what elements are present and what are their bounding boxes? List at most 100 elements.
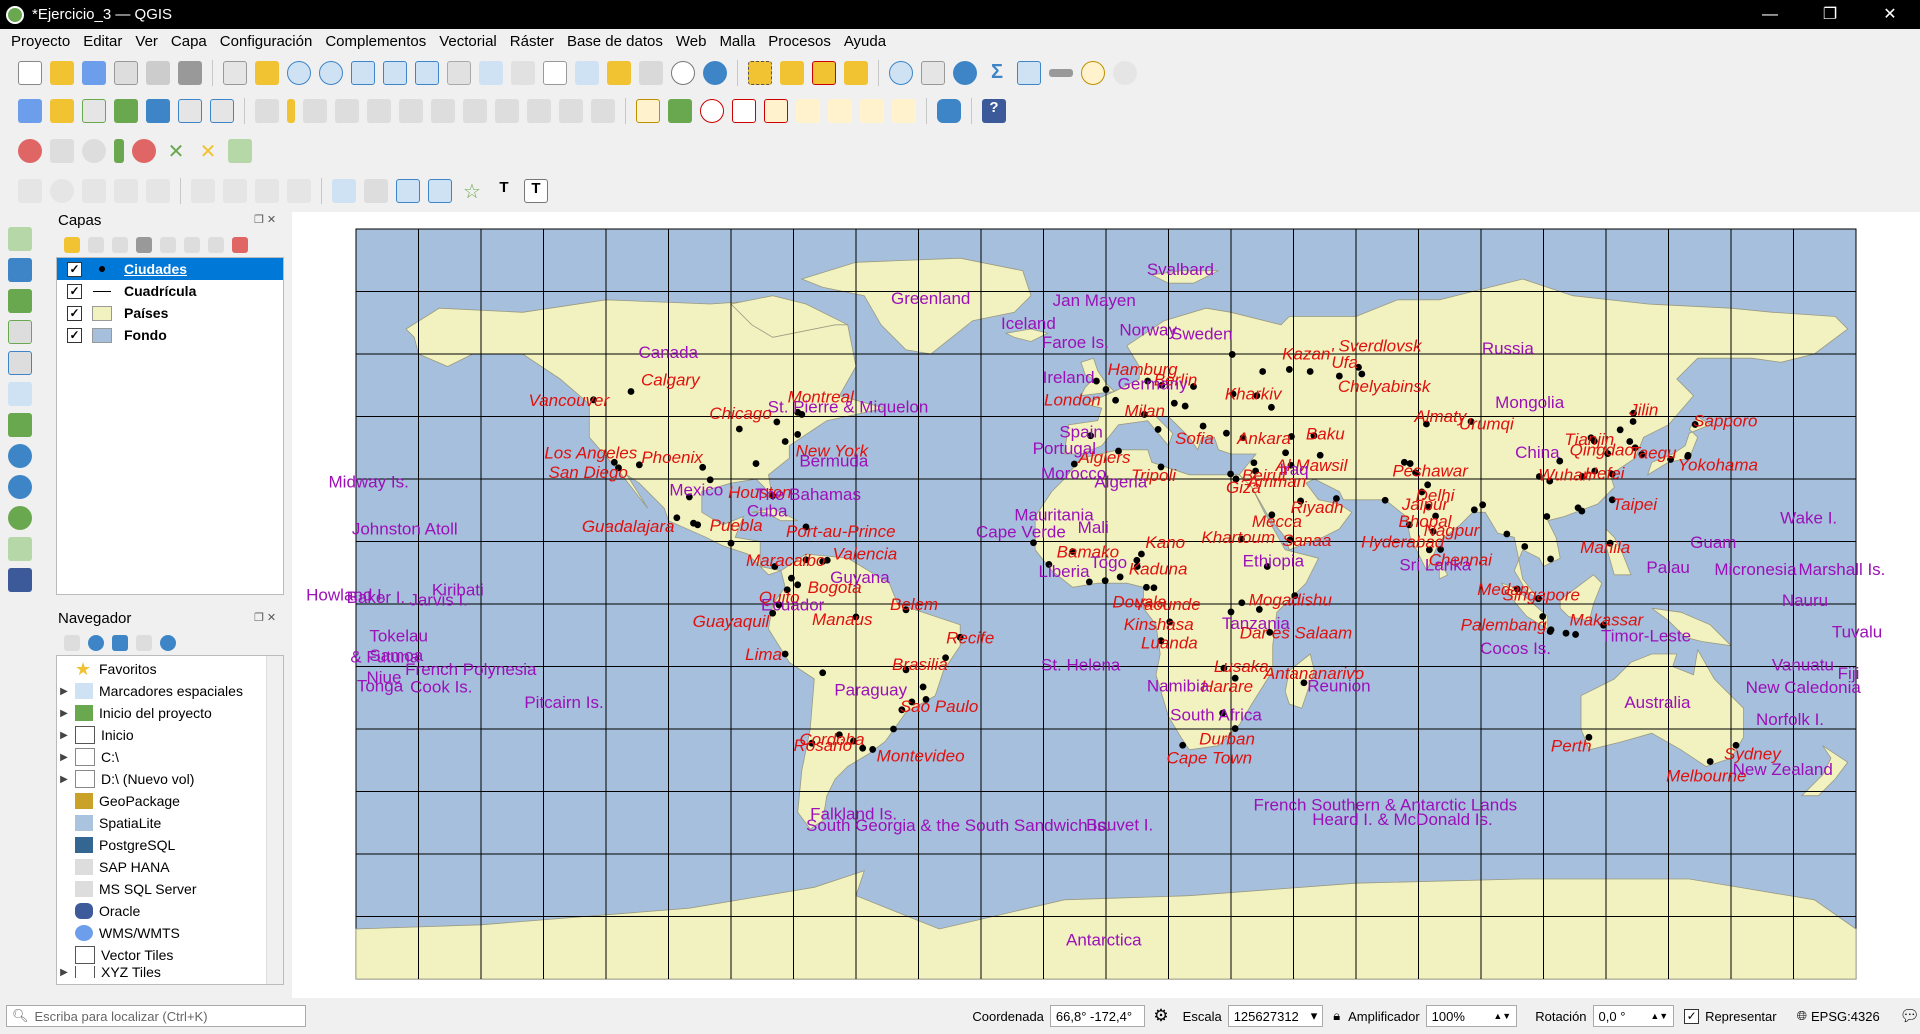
- label-toolbar-icon[interactable]: [636, 99, 660, 123]
- zoom-out-icon[interactable]: [319, 61, 343, 85]
- browser-item-inicio-proyecto[interactable]: ▶ Inicio del proyecto: [57, 702, 283, 724]
- add-wcs-icon[interactable]: [8, 475, 32, 499]
- new-3d-map-view-icon[interactable]: [575, 61, 599, 85]
- map-tips-icon[interactable]: [1081, 61, 1105, 85]
- browser-item-sap-hana[interactable]: SAP HANA: [57, 856, 283, 878]
- add-spatialite-icon[interactable]: [8, 351, 32, 375]
- menu-complementos[interactable]: Complementos: [325, 33, 426, 50]
- pin-labels-icon[interactable]: [764, 99, 788, 123]
- browser-item-postgresql[interactable]: PostgreSQL: [57, 834, 283, 856]
- show-hide-labels-icon[interactable]: [796, 99, 820, 123]
- redo-icon[interactable]: [591, 99, 615, 123]
- info-icon[interactable]: [160, 635, 176, 651]
- zoom-to-layer-icon[interactable]: [415, 61, 439, 85]
- layer-paises[interactable]: ✓ Países: [57, 302, 283, 324]
- remove-layer-icon[interactable]: [232, 237, 248, 253]
- intersection-snap-icon[interactable]: ✕: [164, 139, 188, 163]
- change-label-icon[interactable]: [892, 99, 916, 123]
- data-source-manager-icon[interactable]: [18, 99, 42, 123]
- menu-ayuda[interactable]: Ayuda: [844, 33, 886, 50]
- add-raster-layer-icon[interactable]: [146, 99, 170, 123]
- new-shapefile-icon[interactable]: [8, 537, 32, 561]
- select-annotation-icon[interactable]: [364, 179, 388, 203]
- temporal-controller-icon[interactable]: [671, 61, 695, 85]
- annotation-text-icon[interactable]: [332, 179, 356, 203]
- add-rectangle-icon[interactable]: [114, 179, 138, 203]
- browser-item-d[interactable]: ▶ D:\ (Nuevo vol): [57, 768, 283, 790]
- layer-cuadricula[interactable]: ✓ Cuadrícula: [57, 280, 283, 302]
- zoom-last-icon[interactable]: [479, 61, 503, 85]
- browser-item-xyz-tiles[interactable]: ▶ XYZ Tiles: [57, 966, 283, 978]
- extents-toggle-icon[interactable]: ⚙: [1153, 1006, 1168, 1026]
- new-geopackage-layer-icon[interactable]: [50, 99, 74, 123]
- new-print-layout-icon[interactable]: [114, 61, 138, 85]
- menu-ver[interactable]: Ver: [135, 33, 158, 50]
- python-console-icon[interactable]: [937, 99, 961, 123]
- highlight-pinned-labels-icon[interactable]: [700, 99, 724, 123]
- enable-tracing-icon[interactable]: [132, 139, 156, 163]
- menu-procesos[interactable]: Procesos: [768, 33, 831, 50]
- browser-item-mssql[interactable]: MS SQL Server: [57, 878, 283, 900]
- menu-raster[interactable]: Ráster: [510, 33, 554, 50]
- menu-malla[interactable]: Malla: [719, 33, 755, 50]
- filter-legend-icon[interactable]: [136, 237, 152, 253]
- filter-browser-icon[interactable]: [112, 635, 128, 651]
- select-by-location-icon[interactable]: [844, 61, 868, 85]
- filter-expression-icon[interactable]: [160, 237, 176, 253]
- statistical-summary-icon[interactable]: Σ: [985, 61, 1009, 85]
- layer-checkbox[interactable]: ✓: [67, 305, 82, 321]
- menu-configuracion[interactable]: Configuración: [220, 33, 313, 50]
- crs-button[interactable]: EPSG:4326: [1811, 1009, 1880, 1024]
- close-button[interactable]: ✕: [1860, 0, 1920, 29]
- layer-ciudades[interactable]: ✓ Ciudades: [57, 258, 283, 280]
- help-icon[interactable]: ?: [982, 99, 1006, 123]
- browser-item-favoritos[interactable]: ★ Favoritos: [57, 658, 283, 680]
- coordinate-field[interactable]: 66,8° -172,4°: [1049, 1005, 1146, 1027]
- new-bookmark-icon[interactable]: [607, 61, 631, 85]
- spin-arrows-icon[interactable]: ▲▼: [1493, 1011, 1511, 1021]
- toggle-label-display-icon[interactable]: [732, 99, 756, 123]
- browser-item-oracle[interactable]: Oracle: [57, 900, 283, 922]
- restore-button[interactable]: ❐: [1800, 0, 1860, 29]
- zoom-to-selection-icon[interactable]: [383, 61, 407, 85]
- browser-panel-float-close-icon[interactable]: ❐ ✕: [254, 611, 276, 624]
- lock-scale-icon[interactable]: 🔒︎: [1333, 1008, 1340, 1024]
- split-features-icon[interactable]: [287, 179, 311, 203]
- snapping-magnet-icon[interactable]: [18, 139, 42, 163]
- rotate-feature-icon[interactable]: [223, 179, 247, 203]
- modify-annotation-icon[interactable]: [396, 179, 420, 203]
- advanced-digitize-icon[interactable]: [191, 179, 215, 203]
- browser-item-vector-tiles[interactable]: Vector Tiles: [57, 944, 283, 966]
- copy-features-icon[interactable]: [495, 99, 519, 123]
- menu-proyecto[interactable]: Proyecto: [11, 33, 70, 50]
- text-tool-icon[interactable]: T: [524, 179, 548, 203]
- cut-features-icon[interactable]: [463, 99, 487, 123]
- menu-base-de-datos[interactable]: Base de datos: [567, 33, 663, 50]
- magnifier-spinbox[interactable]: 100% ▲▼: [1425, 1005, 1518, 1027]
- add-group-icon[interactable]: [88, 237, 104, 253]
- new-temporary-layer-icon[interactable]: [114, 99, 138, 123]
- processing-toolbox-icon[interactable]: [953, 61, 977, 85]
- attribute-table-icon[interactable]: [921, 61, 945, 85]
- layer-checkbox[interactable]: ✓: [67, 283, 82, 299]
- add-circle-icon[interactable]: [50, 179, 74, 203]
- browser-scrollbar[interactable]: [266, 656, 283, 984]
- menu-editar[interactable]: Editar: [83, 33, 122, 50]
- star-marker-icon[interactable]: ☆: [460, 179, 484, 203]
- render-checkbox[interactable]: ✓: [1684, 1008, 1700, 1024]
- locator-zoom-icon[interactable]: [1113, 61, 1137, 85]
- zoom-full-icon[interactable]: [351, 61, 375, 85]
- layer-fondo[interactable]: ✓ Fondo: [57, 324, 283, 346]
- refresh-browser-icon[interactable]: [88, 635, 104, 651]
- add-vector-layer-icon[interactable]: [82, 99, 106, 123]
- zoom-next-icon[interactable]: [511, 61, 535, 85]
- pan-hand-icon[interactable]: [223, 61, 247, 85]
- style-manager-icon[interactable]: [178, 61, 202, 85]
- select-features-icon[interactable]: [748, 61, 772, 85]
- vertex-tool-icon[interactable]: [367, 99, 391, 123]
- messages-icon[interactable]: 💬︎: [1900, 1006, 1920, 1026]
- open-project-icon[interactable]: [50, 61, 74, 85]
- digitize-shape-icon[interactable]: [18, 179, 42, 203]
- style-layer-icon[interactable]: [64, 237, 80, 253]
- layer-checkbox[interactable]: ✓: [67, 261, 82, 277]
